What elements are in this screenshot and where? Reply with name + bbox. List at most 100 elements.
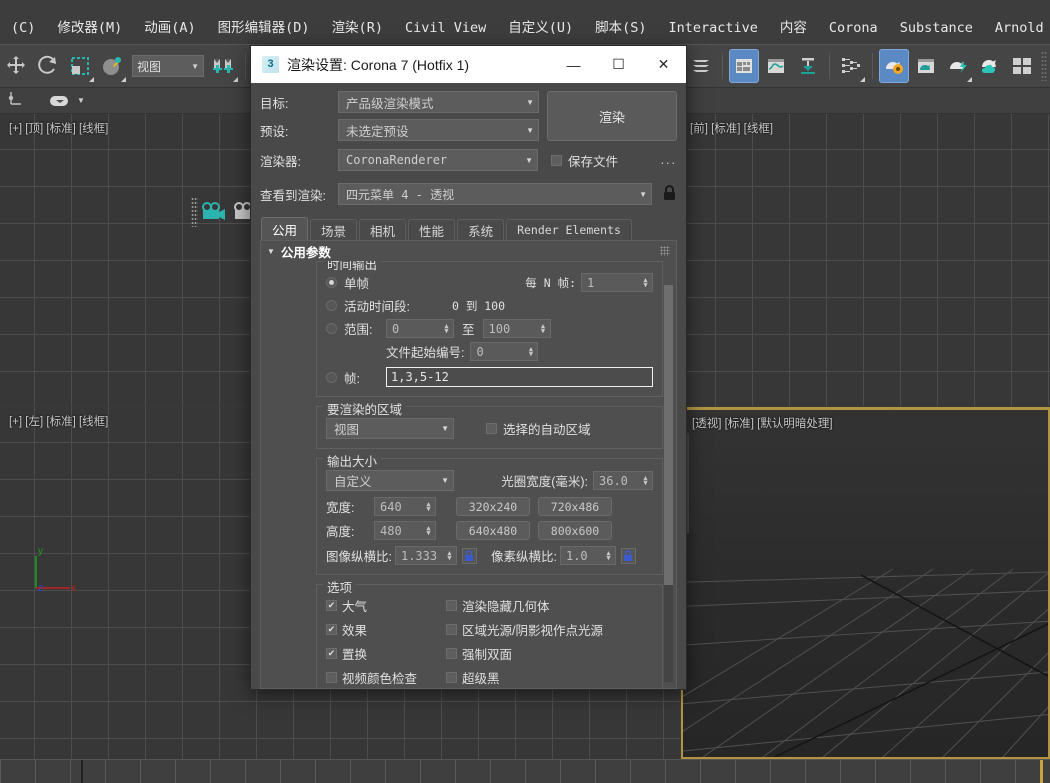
render-frame-icon[interactable] (1007, 49, 1037, 83)
range-radio[interactable] (326, 323, 337, 334)
rollup-header-common-parameters[interactable]: ▼ 公用参数 (261, 241, 676, 261)
size-preset-800x600-button[interactable]: 800x600 (538, 521, 612, 540)
tab-camera[interactable]: 相机 (359, 219, 406, 240)
spinner-arrows-icon[interactable]: ▲▼ (537, 320, 550, 337)
viewport-persp-label[interactable]: [透视] [标准] [默认明暗处理] (692, 415, 833, 431)
scene-explorer-icon[interactable] (729, 49, 759, 83)
image-aspect-lock-icon[interactable] (462, 548, 477, 564)
render-production-icon[interactable] (943, 49, 973, 83)
track-bar[interactable] (0, 759, 1050, 783)
option-displacement-checkbox[interactable] (326, 648, 337, 659)
viewport-top-label[interactable]: [+] [顶] [标准] [线框] (9, 120, 108, 136)
active-time-segment-radio[interactable] (326, 300, 337, 311)
spinner-arrows-icon[interactable]: ▲▼ (422, 522, 435, 539)
axis-constraint-icon[interactable] (8, 89, 26, 112)
preset-combo[interactable]: 未选定预设 ▼ (338, 119, 539, 141)
size-preset-320x240-button[interactable]: 320x240 (456, 497, 530, 516)
target-combo[interactable]: 产品级渲染模式 ▼ (338, 91, 539, 113)
file-start-number-spinner[interactable]: 0 ▲▼ (470, 342, 538, 361)
width-spinner[interactable]: 640 ▲▼ (374, 497, 436, 516)
menu-item-content[interactable]: 内容 (769, 14, 818, 38)
spinner-arrows-icon[interactable]: ▲▼ (639, 274, 652, 291)
render-frame-window-icon[interactable] (911, 49, 941, 83)
area-to-render-combo[interactable]: 视图 ▼ (326, 418, 454, 439)
minimize-button[interactable]: — (551, 46, 596, 83)
spinner-arrows-icon[interactable]: ▲▼ (443, 547, 456, 564)
menu-item-customize[interactable]: 自定义(U) (497, 14, 584, 38)
save-file-browse-button[interactable]: ... (661, 153, 677, 167)
viewport-perspective[interactable]: [透视] [标准] [默认明暗处理] (681, 407, 1050, 759)
menu-item-arnold[interactable]: Arnold (984, 18, 1050, 38)
range-from-spinner[interactable]: 0 ▲▼ (386, 319, 454, 338)
option-area-lights-as-points-checkbox[interactable] (446, 624, 457, 635)
schematic-view-icon[interactable] (793, 49, 823, 83)
menu-item-animation[interactable]: 动画(A) (133, 14, 206, 38)
render-in-cloud-icon[interactable] (975, 49, 1005, 83)
menu-item-corona[interactable]: Corona (818, 18, 889, 38)
viewport-left-label[interactable]: [+] [左] [标准] [线框] (9, 413, 108, 429)
panel-scrollbar-thumb[interactable] (664, 285, 673, 585)
spinner-arrows-icon[interactable]: ▲▼ (602, 547, 615, 564)
view-to-render-combo[interactable]: 四元菜单 4 - 透视 ▼ (338, 183, 652, 205)
single-frame-radio[interactable] (326, 277, 337, 288)
maximize-button[interactable]: ☐ (596, 46, 641, 83)
viewport-front-label[interactable]: [前] [标准] [线框] (690, 120, 773, 136)
height-spinner[interactable]: 480 ▲▼ (374, 521, 436, 540)
move-icon[interactable] (1, 49, 31, 83)
panel-scrollbar[interactable] (664, 285, 673, 682)
menu-item-civil-view[interactable]: Civil View (394, 18, 497, 38)
aperture-width-spinner[interactable]: 36.0 ▲▼ (593, 471, 653, 490)
menu-item-modifiers[interactable]: 修改器(M) (46, 14, 133, 38)
snap-toggle-button[interactable]: ▼ (48, 93, 85, 109)
render-setup-icon[interactable] (879, 49, 909, 83)
size-preset-720x486-button[interactable]: 720x486 (538, 497, 612, 516)
pixel-aspect-spinner[interactable]: 1.0 ▲▼ (560, 546, 616, 565)
tab-performance[interactable]: 性能 (408, 219, 455, 240)
close-button[interactable]: ✕ (641, 46, 686, 83)
frames-radio[interactable] (326, 372, 337, 383)
spinner-arrows-icon[interactable]: ▲▼ (639, 472, 652, 489)
lock-icon[interactable] (662, 184, 677, 205)
particle-view-icon[interactable] (836, 49, 866, 83)
image-aspect-spinner[interactable]: 1.333 ▲▼ (395, 546, 457, 565)
menu-item-0[interactable]: (C) (0, 18, 46, 38)
option-render-hidden-geometry-checkbox[interactable] (446, 600, 457, 611)
menu-item-substance[interactable]: Substance (889, 18, 984, 38)
option-super-black-checkbox[interactable] (446, 672, 457, 683)
output-size-preset-combo[interactable]: 自定义 ▼ (326, 470, 454, 491)
menu-item-scripting[interactable]: 脚本(S) (584, 14, 657, 38)
render-button[interactable]: 渲染 (547, 91, 677, 141)
option-atmosphere-checkbox[interactable] (326, 600, 337, 611)
spinner-arrows-icon[interactable]: ▲▼ (440, 320, 453, 337)
frames-input[interactable]: 1,3,5-12 (386, 367, 653, 387)
spinner-arrows-icon[interactable]: ▲▼ (524, 343, 537, 360)
save-file-checkbox[interactable] (551, 155, 562, 166)
viewport-front[interactable]: [前] [标准] [线框] (681, 114, 1050, 406)
tab-common[interactable]: 公用 (261, 217, 308, 240)
use-pivot-point-icon[interactable] (209, 49, 239, 83)
select-region-icon[interactable] (65, 49, 95, 83)
every-nth-frame-spinner[interactable]: 1 ▲▼ (581, 273, 653, 292)
option-force-two-sided-checkbox[interactable] (446, 648, 457, 659)
range-to-spinner[interactable]: 100 ▲▼ (483, 319, 551, 338)
rotate-icon[interactable] (33, 49, 63, 83)
option-video-color-check-checkbox[interactable] (326, 672, 337, 683)
menu-item-interactive[interactable]: Interactive (658, 18, 769, 38)
tab-system[interactable]: 系统 (457, 219, 504, 240)
tab-scene[interactable]: 场景 (310, 219, 357, 240)
reference-coordinate-combo[interactable]: 视图 ▼ (132, 55, 204, 77)
auto-region-checkbox[interactable] (486, 423, 497, 434)
camera-object-selected-icon[interactable] (200, 202, 228, 227)
menu-item-graph-editors[interactable]: 图形编辑器(D) (207, 14, 321, 38)
spinner-arrows-icon[interactable]: ▲▼ (422, 498, 435, 515)
render-setup-dialog[interactable]: 3 渲染设置: Corona 7 (Hotfix 1) — ☐ ✕ 目标: 产品… (250, 45, 687, 690)
toolbar-grip[interactable] (1041, 51, 1047, 81)
renderer-combo[interactable]: CoronaRenderer ▼ (338, 149, 538, 171)
curve-editor-icon[interactable] (761, 49, 791, 83)
size-preset-640x480-button[interactable]: 640x480 (456, 521, 530, 540)
pixel-aspect-lock-icon[interactable] (621, 548, 636, 564)
tab-render-elements[interactable]: Render Elements (506, 219, 632, 240)
select-by-name-icon[interactable] (97, 49, 127, 83)
option-effects-checkbox[interactable] (326, 624, 337, 635)
dialog-title-bar[interactable]: 3 渲染设置: Corona 7 (Hotfix 1) — ☐ ✕ (251, 46, 686, 83)
